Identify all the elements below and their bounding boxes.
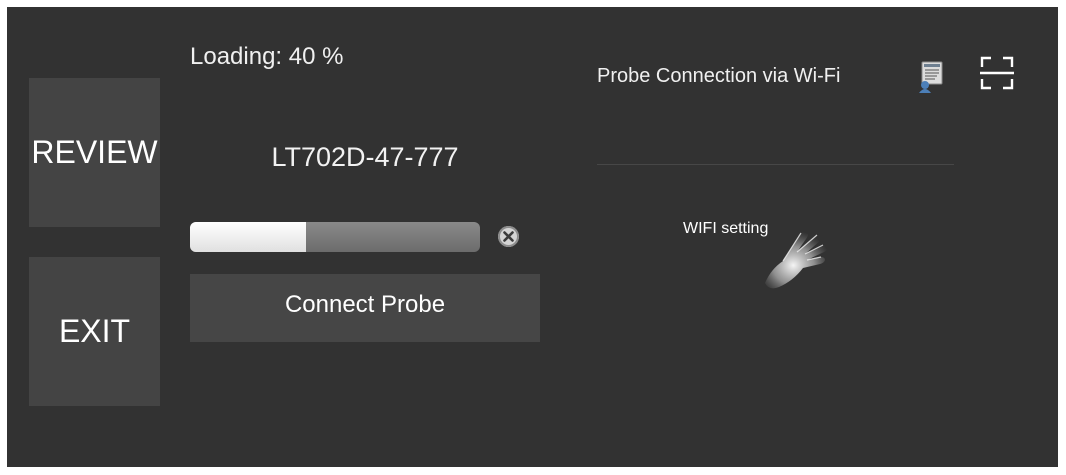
panel-divider bbox=[597, 164, 954, 165]
loading-status: Loading: 40 % bbox=[190, 43, 344, 70]
pointing-hand-icon[interactable] bbox=[757, 221, 837, 293]
loading-progress-bar bbox=[190, 222, 480, 252]
wifi-connection-title: Probe Connection via Wi-Fi bbox=[597, 65, 841, 87]
scan-frame-icon[interactable] bbox=[979, 55, 1015, 91]
wifi-setting-link[interactable]: WIFI setting bbox=[683, 220, 768, 238]
cancel-circle-icon[interactable] bbox=[498, 226, 519, 247]
connect-probe-button[interactable]: Connect Probe bbox=[190, 274, 540, 342]
exit-button[interactable]: EXIT bbox=[29, 257, 160, 406]
review-button[interactable]: REVIEW bbox=[29, 78, 160, 227]
app-screen: REVIEW EXIT Loading: 40 % LT702D-47-777 … bbox=[7, 7, 1058, 467]
manual-book-icon[interactable] bbox=[917, 59, 947, 93]
probe-id: LT702D-47-777 bbox=[271, 142, 459, 172]
loading-progress-fill bbox=[190, 222, 306, 252]
